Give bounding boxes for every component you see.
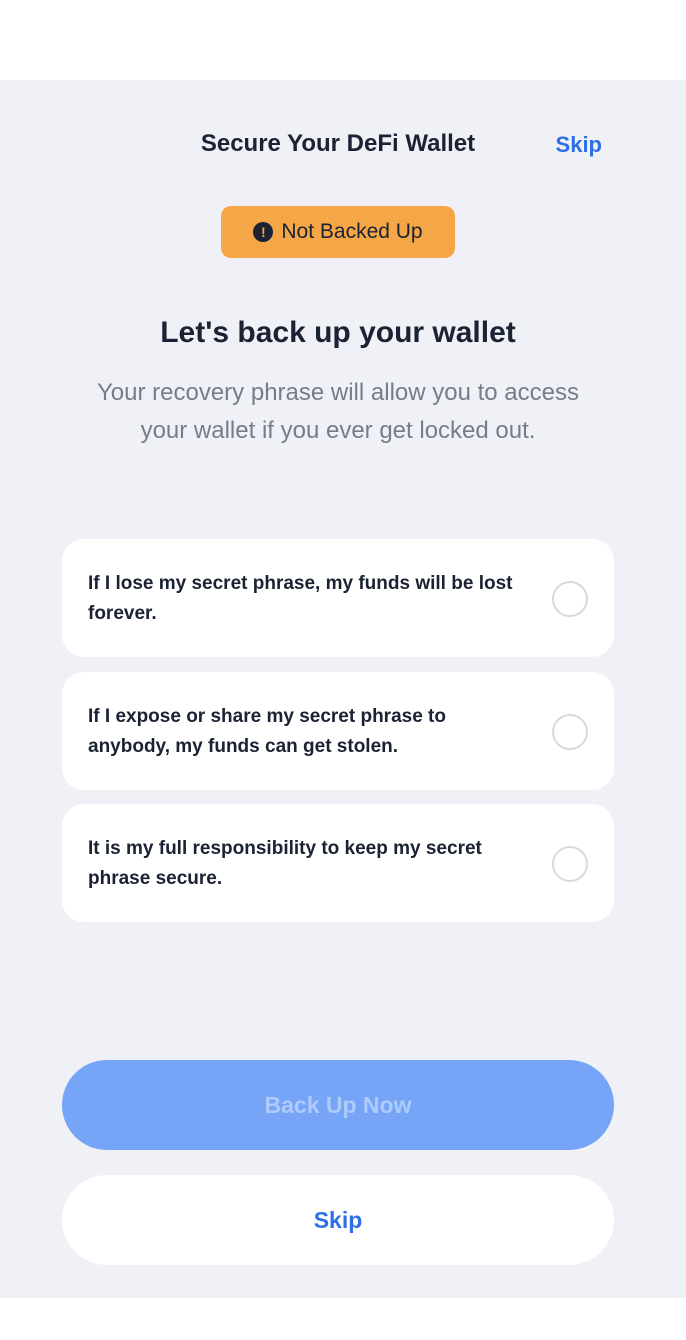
checklist-item[interactable]: If I lose my secret phrase, my funds wil… — [62, 539, 614, 657]
skip-button[interactable]: Skip — [62, 1175, 614, 1265]
status-badge-label: Not Backed Up — [281, 220, 423, 243]
checklist-item-text: If I lose my secret phrase, my funds wil… — [88, 573, 513, 624]
exclamation-icon: ! — [253, 222, 274, 242]
headline: Let's back up your wallet — [160, 316, 516, 349]
subtext: Your recovery phrase will allow you to a… — [96, 379, 579, 444]
back-up-now-button[interactable]: Back Up Now — [62, 1060, 614, 1150]
checklist-item-text: If I expose or share my secret phrase to… — [88, 706, 446, 757]
backup-screen: Secure Your DeFi Wallet Skip ! Not Backe… — [0, 80, 686, 1298]
status-badge: ! Not Backed Up — [221, 206, 455, 258]
checklist-item[interactable]: It is my full responsibility to keep my … — [62, 804, 614, 922]
checklist-item[interactable]: If I expose or share my secret phrase to… — [62, 672, 614, 790]
checklist-radio[interactable] — [552, 581, 588, 617]
header-skip-link[interactable]: Skip — [556, 132, 602, 158]
checklist-item-text: It is my full responsibility to keep my … — [88, 838, 482, 889]
checklist-radio[interactable] — [552, 714, 588, 750]
checklist-radio[interactable] — [552, 846, 588, 882]
